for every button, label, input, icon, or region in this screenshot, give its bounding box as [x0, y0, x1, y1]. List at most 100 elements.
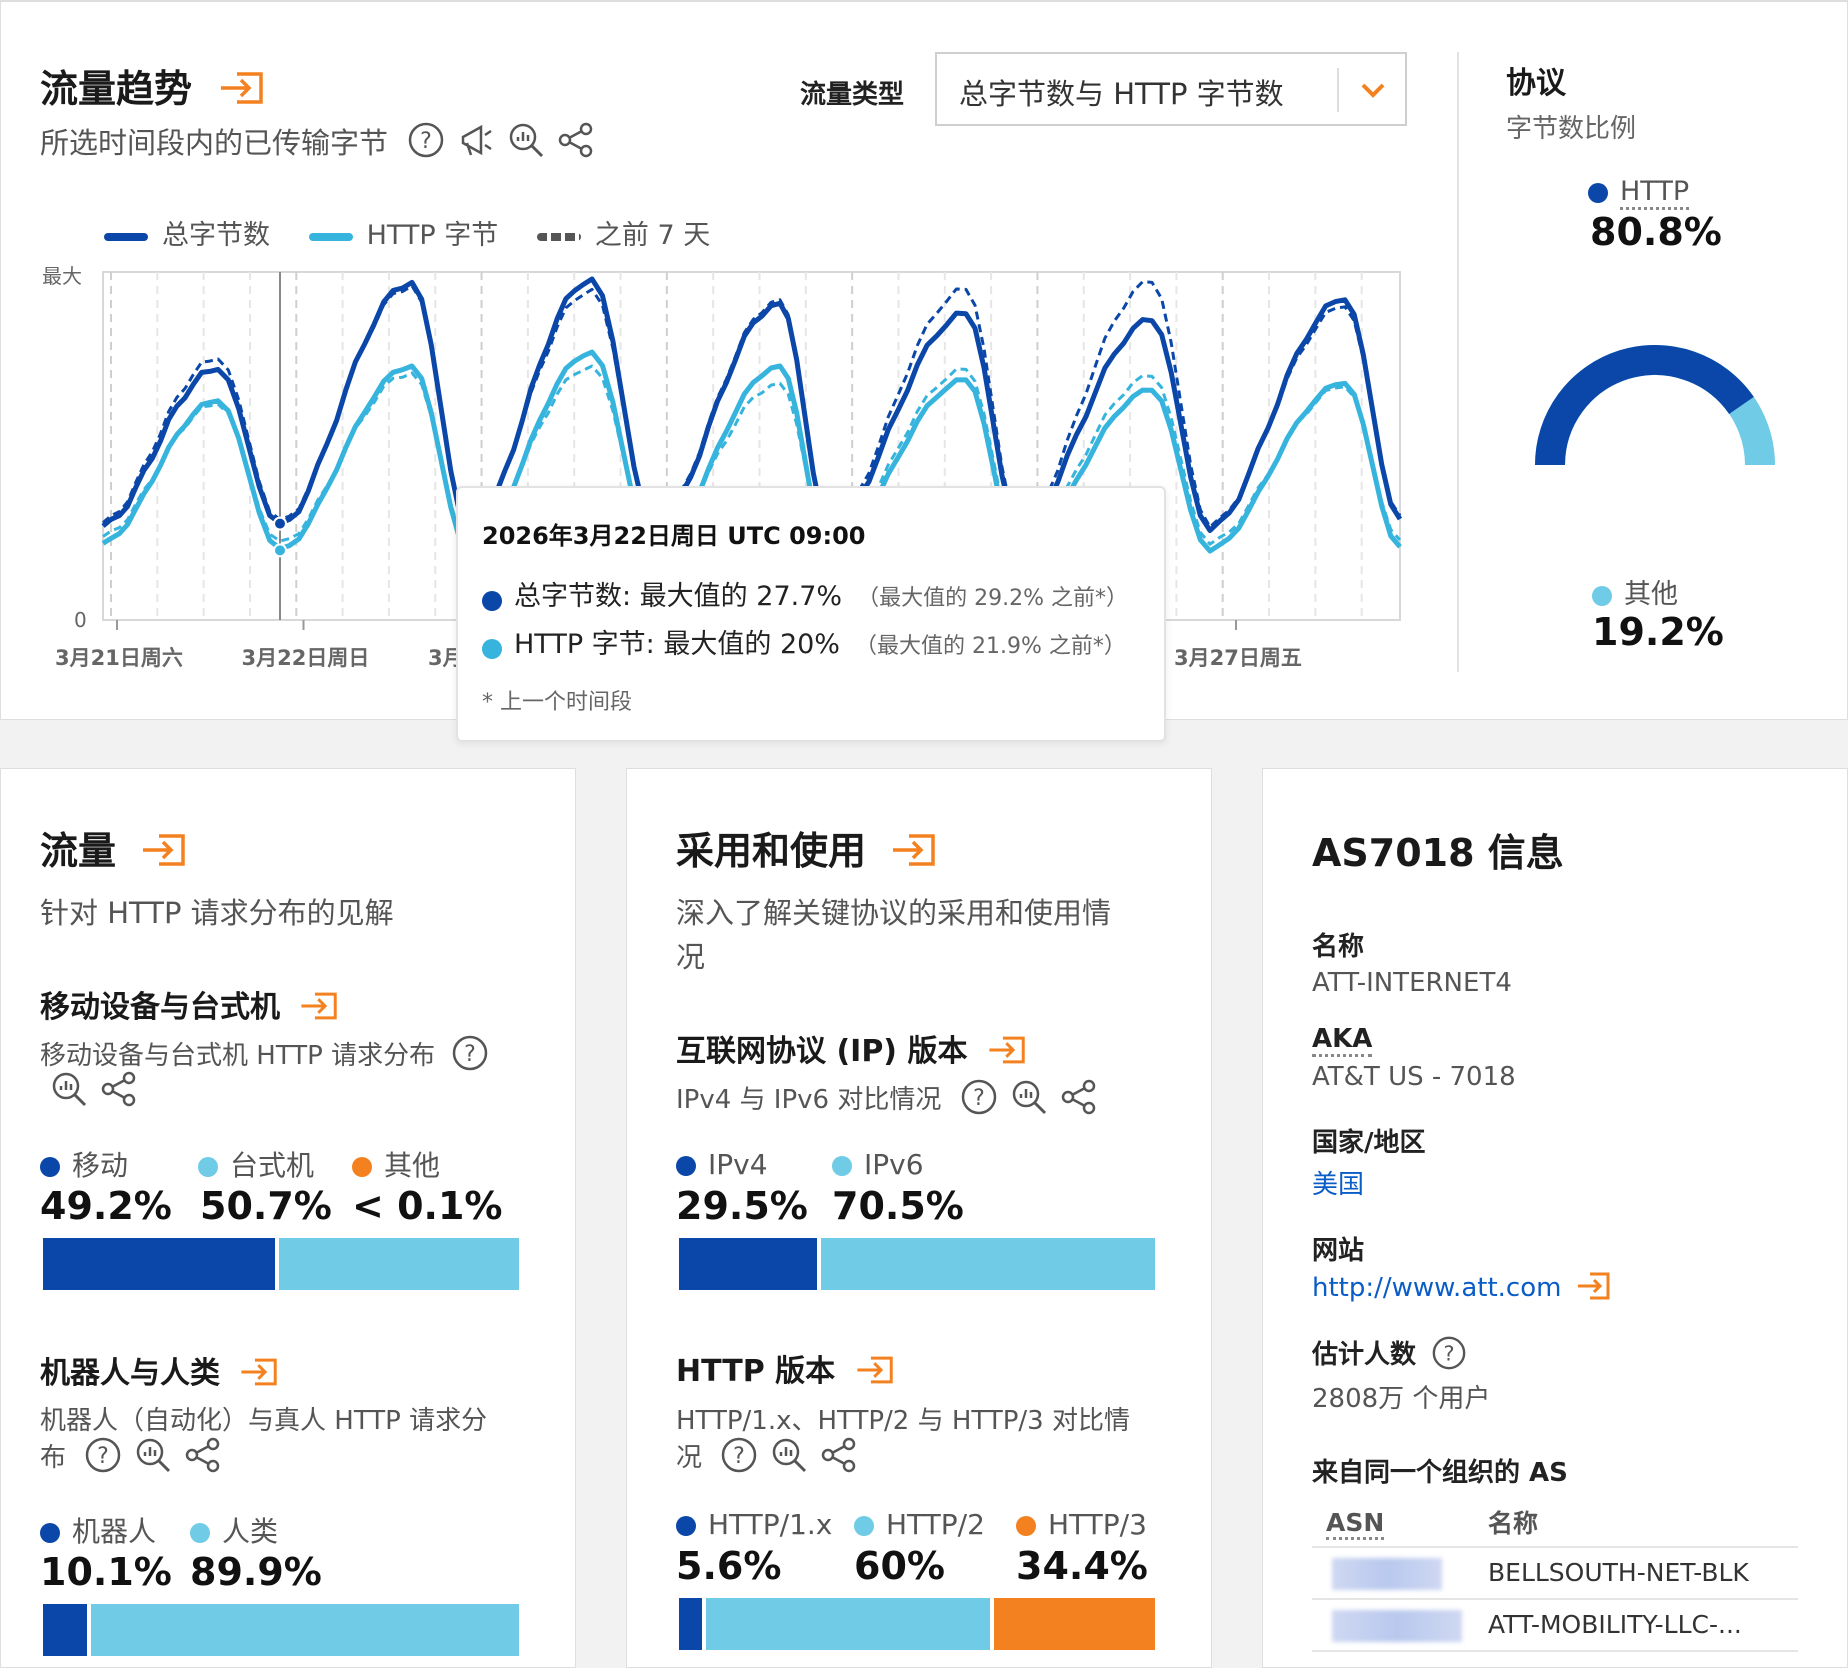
svg-text:?: ? — [973, 1086, 985, 1111]
x-tick-label: 3月21日周六 — [55, 646, 183, 670]
legend-http2: HTTP/2 — [854, 1508, 985, 1541]
bots-humans-subtitle-2: 布 ? — [40, 1436, 222, 1481]
traffic-subtitle: 针对 HTTP 请求分布的见解 — [40, 896, 394, 930]
ip-version-bar — [679, 1238, 1159, 1290]
mobile-desktop-actions — [50, 1070, 138, 1112]
http1-value: 5.6% — [676, 1544, 782, 1588]
same-org-label: 来自同一个组织的 AS — [1312, 1458, 1568, 1488]
legend-desktop: 台式机 — [198, 1144, 314, 1184]
same-org-table: ASN 名称 BELLSOUTH-NET-BLK ATT-MOBILITY-LL… — [1312, 1500, 1798, 1652]
as-country-label: 国家/地区 — [1312, 1128, 1426, 1158]
tooltip-total-row: 总字节数: 最大值的 27.7% （最大值的 29.2% 之前*） — [482, 574, 1128, 613]
ip-version-title: 互联网协议 (IP) 版本 — [676, 1026, 1030, 1075]
bots-humans-subtitle: 机器人（自动化）与真人 HTTP 请求分 — [40, 1406, 488, 1436]
bar-segment[interactable] — [43, 1238, 276, 1290]
mobile-desktop-title: 移动设备与台式机 — [40, 982, 342, 1031]
bots-humans-title: 机器人与人类 — [40, 1348, 282, 1397]
adoption-subtitle-2: 况 — [676, 940, 706, 974]
share-icon[interactable] — [100, 1070, 138, 1112]
adoption-subtitle: 深入了解关键协议的采用和使用情 — [676, 896, 1112, 930]
legend-ipv6: IPv6 — [832, 1148, 924, 1181]
protocol-subtitle: 字节数比例 — [1506, 114, 1637, 144]
legend-http1: HTTP/1.x — [676, 1508, 832, 1541]
bar-segment[interactable] — [91, 1604, 519, 1656]
tooltip-footnote: * 上一个时间段 — [482, 690, 632, 715]
bots-value: 10.1% — [40, 1550, 172, 1594]
legend-other: 其他 — [352, 1144, 440, 1184]
other-value: < 0.1% — [352, 1184, 503, 1228]
expand-icon[interactable] — [139, 830, 191, 879]
svg-text:?: ? — [97, 1444, 109, 1469]
as-users-value: 2808万 个用户 — [1312, 1384, 1491, 1414]
http-version-subtitle-2: 况 ? — [676, 1436, 858, 1481]
legend-ipv4: IPv4 — [676, 1148, 768, 1181]
table-header-name[interactable]: 名称 — [1488, 1504, 1538, 1540]
zoom-chart-icon[interactable] — [770, 1436, 808, 1481]
bar-segment[interactable] — [993, 1598, 1155, 1650]
mobile-desktop-bar — [43, 1238, 523, 1290]
expand-icon[interactable] — [298, 989, 342, 1031]
as-website-label: 网站 — [1312, 1236, 1365, 1266]
protocol-http-legend: HTTP — [1588, 176, 1690, 210]
bar-segment[interactable] — [679, 1238, 817, 1290]
x-tick-label: 3月27日周五 — [1174, 646, 1302, 670]
humans-value: 89.9% — [190, 1550, 322, 1594]
http2-value: 60% — [854, 1544, 945, 1588]
redacted-asn — [1332, 1610, 1462, 1642]
zoom-chart-icon[interactable] — [50, 1070, 88, 1112]
help-icon[interactable]: ? — [960, 1078, 998, 1123]
bar-segment[interactable] — [43, 1604, 88, 1656]
expand-icon[interactable] — [238, 1355, 282, 1397]
help-icon[interactable]: ? — [720, 1436, 758, 1481]
table-row[interactable]: ATT-MOBILITY-LLC-... — [1312, 1600, 1798, 1652]
table-cell-name: BELLSOUTH-NET-BLK — [1488, 1558, 1749, 1587]
help-icon[interactable]: ? — [451, 1034, 489, 1079]
as-country-link[interactable]: 美国 — [1312, 1164, 1364, 1201]
bar-segment[interactable] — [820, 1238, 1155, 1290]
bots-humans-bar — [43, 1604, 523, 1656]
svg-text:?: ? — [465, 1042, 477, 1067]
share-icon[interactable] — [1060, 1078, 1098, 1123]
as-website-row: http://www.att.com — [1312, 1270, 1614, 1309]
share-icon[interactable] — [820, 1436, 858, 1481]
protocol-other-value: 19.2% — [1592, 610, 1724, 654]
hover-point-http — [273, 543, 287, 558]
ipv6-value: 70.5% — [832, 1184, 964, 1228]
tooltip-title: 2026年3月22日周日 UTC 09:00 — [482, 522, 866, 550]
mobile-value: 49.2% — [40, 1184, 172, 1228]
adoption-title: 采用和使用 — [676, 820, 941, 879]
protocol-gauge — [1535, 345, 1775, 466]
bar-segment[interactable] — [705, 1598, 990, 1650]
expand-icon[interactable] — [854, 1353, 898, 1395]
tooltip-http-row: HTTP 字节: 最大值的 20% （最大值的 21.9% 之前*） — [482, 622, 1126, 661]
table-header-asn[interactable]: ASN — [1326, 1508, 1385, 1540]
bar-segment[interactable] — [279, 1238, 519, 1290]
traffic-title: 流量 — [40, 820, 191, 879]
desktop-value: 50.7% — [200, 1184, 332, 1228]
table-row[interactable]: BELLSOUTH-NET-BLK — [1312, 1548, 1798, 1600]
as-info-title: AS7018 信息 — [1312, 831, 1564, 875]
chart-tooltip: 2026年3月22日周日 UTC 09:00 总字节数: 最大值的 27.7% … — [456, 486, 1166, 742]
hover-point-total — [273, 516, 287, 531]
redacted-asn — [1332, 1558, 1442, 1590]
as-website-link[interactable]: http://www.att.com — [1312, 1273, 1561, 1303]
legend-humans: 人类 — [190, 1510, 278, 1550]
http-version-bar — [679, 1598, 1159, 1650]
http-version-subtitle: HTTP/1.x、HTTP/2 与 HTTP/3 对比情 — [676, 1406, 1130, 1436]
expand-icon[interactable] — [986, 1033, 1030, 1075]
bar-segment[interactable] — [679, 1598, 702, 1650]
as-name-label: 名称 — [1312, 932, 1365, 962]
as-aka-value: AT&T US - 7018 — [1312, 1062, 1516, 1092]
zoom-chart-icon[interactable] — [1010, 1078, 1048, 1123]
help-icon[interactable]: ? — [1431, 1335, 1467, 1378]
http-version-title: HTTP 版本 — [676, 1346, 898, 1395]
ipv4-value: 29.5% — [676, 1184, 808, 1228]
help-icon[interactable]: ? — [84, 1436, 122, 1481]
ip-version-subtitle: IPv4 与 IPv6 对比情况 ? — [676, 1078, 1098, 1123]
zoom-chart-icon[interactable] — [134, 1436, 172, 1481]
x-tick-label: 3月22日周日 — [241, 646, 370, 670]
external-link-icon[interactable] — [1576, 1270, 1614, 1309]
protocol-divider — [1457, 52, 1459, 672]
expand-icon[interactable] — [889, 830, 941, 879]
share-icon[interactable] — [184, 1436, 222, 1481]
